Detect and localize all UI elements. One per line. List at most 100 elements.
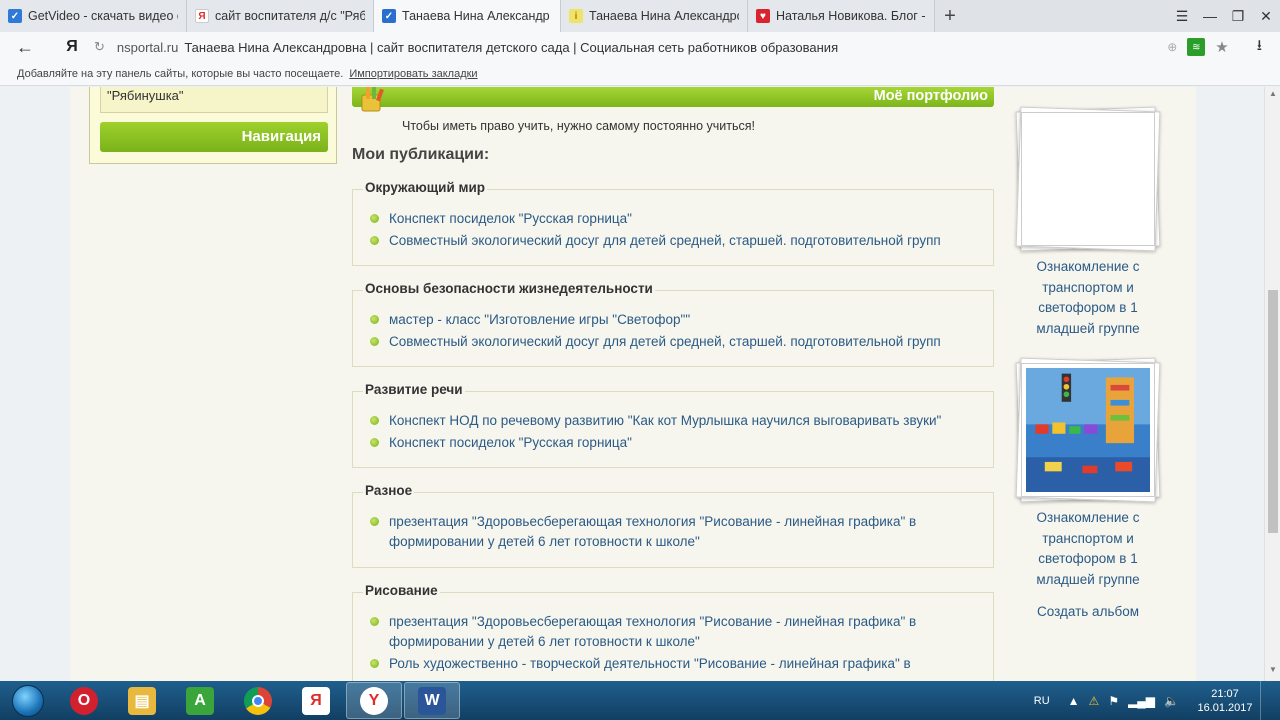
category-box: Разное презентация "Здоровьесберегающая … (352, 483, 994, 568)
new-tab-button[interactable]: + (935, 0, 965, 32)
tab-label: Танаева Нина Александров (589, 9, 739, 23)
word-icon: W (418, 686, 446, 715)
language-indicator[interactable]: RU (1034, 695, 1050, 707)
sidebar-box: "Рябинушка" Навигация (89, 87, 337, 164)
scroll-down-arrow-icon[interactable]: ▼ (1265, 665, 1280, 679)
album-card[interactable]: Ознакомление с транспортом и светофором … (1015, 357, 1161, 590)
sidebar-site-name: "Рябинушка" (100, 87, 328, 113)
category-box: Развитие речи Конспект НОД по речевому р… (352, 382, 994, 468)
publication-list: презентация "Здоровьесберегающая техноло… (353, 493, 993, 552)
yandex-logo[interactable]: Я (50, 38, 94, 56)
tab-getvideo[interactable]: ✓ GetVideo - скачать видео с (0, 0, 187, 32)
publication-list: Конспект НОД по речевому развитию "Как к… (353, 392, 993, 453)
publication-link[interactable]: Конспект посиделок "Русская горница" (370, 433, 993, 453)
download-icon[interactable]: ⭳ (1257, 35, 1262, 60)
page-viewport: "Рябинушка" Навигация Моё портфолио Чтоб… (0, 87, 1264, 681)
tab-tanaeva[interactable]: i Танаева Нина Александров (561, 0, 748, 32)
check-icon: ✓ (382, 9, 396, 23)
taskbar-a-app[interactable]: A (172, 682, 228, 719)
browser-tab-bar: ✓ GetVideo - скачать видео с Я сайт восп… (0, 0, 1280, 32)
action-center-icon[interactable]: ⚑ (1108, 694, 1119, 708)
category-box: Рисование презентация "Здоровьесберегающ… (352, 583, 994, 681)
close-icon[interactable]: ✕ (1252, 8, 1280, 25)
wifi-icon[interactable]: ≋ (1187, 38, 1206, 56)
publication-link[interactable]: презентация "Здоровьесберегающая техноло… (370, 512, 963, 552)
category-box: Окружающий мир Конспект посиделок "Русск… (352, 180, 994, 266)
create-album-link[interactable]: Создать альбом (1018, 604, 1158, 619)
getvideo-icon: ✓ (8, 9, 22, 23)
tab-label: сайт воспитателя д/с "Рябин (215, 9, 365, 23)
album-thumbnail[interactable] (1015, 357, 1161, 503)
reload-icon[interactable]: ↻ (94, 39, 105, 55)
album-caption[interactable]: Ознакомление с транспортом и светофором … (1018, 508, 1158, 590)
album-caption[interactable]: Ознакомление с транспортом и светофором … (1018, 257, 1158, 339)
volume-icon[interactable]: 🔈 (1164, 694, 1179, 708)
bookmarks-hint: Добавляйте на эту панель сайты, которые … (17, 67, 344, 80)
minimize-icon[interactable]: — (1196, 8, 1224, 24)
publication-link[interactable]: Совместный экологический досуг для детей… (370, 231, 993, 251)
navigation-button[interactable]: Навигация (100, 122, 328, 152)
url-domain: nsportal.ru (116, 39, 179, 55)
scroll-up-arrow-icon[interactable]: ▲ (1265, 89, 1280, 103)
category-title: Окружающий мир (363, 180, 488, 195)
explorer-icon: ▤ (128, 686, 156, 715)
address-bar-actions: ⊕ ≋ ★ ⭳ (1167, 35, 1280, 60)
publication-link[interactable]: Роль художественно - творческой деятельн… (370, 654, 963, 674)
tab-tanaeva-active[interactable]: ✓ Танаева Нина Александр (374, 0, 561, 32)
warning-icon[interactable]: ⚠ (1089, 694, 1100, 708)
protect-icon[interactable]: ⊕ (1167, 40, 1177, 54)
windows-taskbar: O ▤ A Я Y W RU ▲ ⚠ ⚑ ▂▄▆ 🔈 21:07 16.01.2… (0, 681, 1280, 720)
yandex-icon: Я (195, 9, 209, 23)
taskbar-opera[interactable]: O (56, 682, 112, 719)
opera-icon: O (70, 686, 98, 715)
show-desktop-button[interactable] (1260, 681, 1272, 720)
album-thumbnail[interactable] (1015, 106, 1161, 252)
publication-link[interactable]: Конспект НОД по речевому развитию "Как к… (370, 411, 993, 431)
category-title: Развитие речи (363, 382, 465, 397)
tab-label: Танаева Нина Александр (402, 9, 550, 23)
bookmark-star-icon[interactable]: ★ (1215, 38, 1228, 56)
url-title: Танаева Нина Александровна | сайт воспит… (184, 39, 839, 55)
tab-label: GetVideo - скачать видео с (28, 9, 178, 23)
clock-time: 21:07 (1211, 687, 1239, 700)
url-field[interactable]: ↻ nsportal.ru Танаева Нина Александровна… (94, 34, 1167, 60)
address-bar: ← Я ↻ nsportal.ru Танаева Нина Александр… (0, 32, 1280, 62)
clock[interactable]: 21:07 16.01.2017 (1194, 687, 1256, 715)
show-hidden-icons-icon[interactable]: ▲ (1068, 694, 1080, 708)
network-signal-icon[interactable]: ▂▄▆ (1128, 694, 1155, 708)
category-title: Основы безопасности жизнедеятельности (363, 281, 655, 296)
bookmarks-bar: Добавляйте на эту панель сайты, которые … (0, 62, 1280, 86)
category-title: Разное (363, 483, 415, 498)
album-photo (1021, 363, 1155, 497)
album-card[interactable]: Ознакомление с транспортом и светофором … (1015, 106, 1161, 339)
taskbar-word[interactable]: W (404, 682, 460, 719)
taskbar-explorer[interactable]: ▤ (114, 682, 170, 719)
import-bookmarks-link[interactable]: Импортировать закладки (349, 68, 477, 80)
publication-list: презентация "Здоровьесберегающая техноло… (353, 593, 993, 674)
category-title: Рисование (363, 583, 440, 598)
start-button[interactable] (0, 681, 56, 720)
scroll-thumb[interactable] (1268, 290, 1278, 533)
back-button[interactable]: ← (0, 37, 50, 58)
taskbar-yandex-browser[interactable]: Я (288, 682, 344, 719)
restore-icon[interactable]: ❐ (1224, 8, 1252, 25)
publications-title: Мои публикации: (352, 146, 490, 163)
menu-icon[interactable]: ☰ (1168, 8, 1196, 25)
vertical-scrollbar[interactable]: ▲ ▼ (1264, 87, 1280, 681)
heart-icon: ♥ (756, 9, 770, 23)
tab-ryabinushka[interactable]: Я сайт воспитателя д/с "Рябин (187, 0, 374, 32)
portfolio-banner[interactable]: Моё портфолио (352, 87, 994, 107)
publication-link[interactable]: мастер - класс "Изготовление игры "Свето… (370, 310, 993, 330)
yandex-browser-icon: Я (302, 686, 330, 715)
system-tray: RU ▲ ⚠ ⚑ ▂▄▆ 🔈 21:07 16.01.2017 (1034, 681, 1280, 720)
publication-link[interactable]: Совместный экологический досуг для детей… (370, 332, 993, 352)
window-controls: ☰ — ❐ ✕ (1168, 0, 1280, 32)
tab-novikova[interactable]: ♥ Наталья Новикова. Блог - С (748, 0, 935, 32)
windows-logo-icon (12, 684, 44, 717)
publication-link[interactable]: презентация "Здоровьесберегающая техноло… (370, 612, 963, 652)
publication-link[interactable]: Конспект посиделок "Русская горница" (370, 209, 993, 229)
pencils-icon (361, 87, 384, 112)
taskbar-yandex[interactable]: Y (346, 682, 402, 719)
taskbar-chrome[interactable] (230, 682, 286, 719)
page-body: "Рябинушка" Навигация Моё портфолио Чтоб… (70, 87, 1196, 681)
